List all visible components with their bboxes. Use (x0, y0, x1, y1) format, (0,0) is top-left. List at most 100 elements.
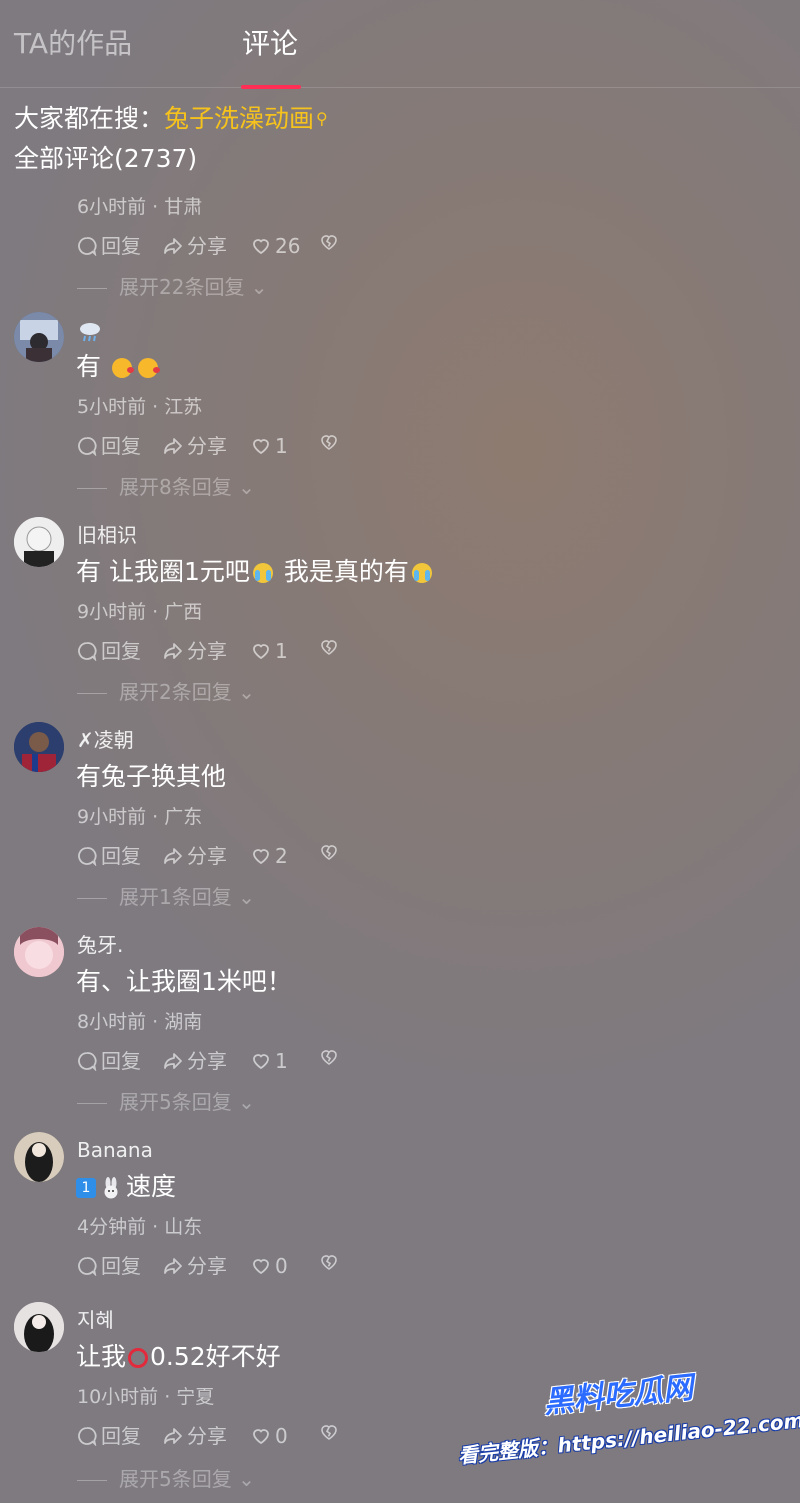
reply-icon (78, 847, 97, 866)
like-button[interactable]: 1 (251, 432, 288, 460)
expand-label: 展开5条回复 (119, 1090, 232, 1114)
heart-icon (253, 1054, 269, 1070)
comment-body: 有 (76, 352, 102, 381)
expand-replies[interactable]: 展开8条回复 ⌄ (77, 474, 255, 500)
chevron-down-icon: ⌄ (244, 275, 268, 299)
share-button[interactable]: 分享 (163, 432, 227, 460)
reply-label: 回复 (101, 844, 141, 868)
reply-button[interactable]: 回复 (77, 842, 141, 870)
heart-icon (253, 849, 269, 865)
username[interactable]: Banana (77, 1137, 153, 1163)
divider (77, 488, 107, 489)
divider (77, 693, 107, 694)
share-icon (164, 1258, 182, 1274)
tab-bar: TA的作品 评论 (0, 0, 800, 89)
reply-button[interactable]: 回复 (77, 1422, 141, 1450)
comment-text: 有 让我圈1元吧 我是真的有 (76, 555, 435, 589)
dislike-button[interactable] (319, 1422, 343, 1442)
chevron-down-icon: ⌄ (231, 1467, 255, 1491)
share-button[interactable]: 分享 (163, 637, 227, 665)
avatar[interactable] (14, 1302, 64, 1352)
username[interactable]: 旧相识 (77, 522, 137, 548)
dislike-button[interactable] (319, 232, 343, 252)
broken-heart-icon (321, 845, 337, 860)
expand-replies[interactable]: 展开22条回复 ⌄ (77, 274, 268, 300)
like-button[interactable]: 26 (251, 232, 300, 260)
expand-label: 展开1条回复 (119, 885, 232, 909)
avatar[interactable] (14, 722, 64, 772)
chevron-down-icon: ⌄ (231, 1090, 255, 1114)
tab-comments[interactable]: 评论 (242, 26, 298, 62)
share-label: 分享 (187, 1254, 227, 1278)
expand-replies[interactable]: 展开5条回复 ⌄ (77, 1089, 255, 1115)
tab-works[interactable]: TA的作品 (14, 26, 132, 62)
heart-icon (253, 439, 269, 455)
chevron-down-icon: ⌄ (231, 680, 255, 704)
share-label: 分享 (187, 1049, 227, 1073)
rain-cloud-emoji (80, 322, 100, 341)
watermark-url: 看完整版：https://heiliao-22.com (456, 1407, 800, 1469)
chevron-down-icon: ⌄ (231, 885, 255, 909)
comment-text: 1 速度 (76, 1170, 176, 1204)
crying-emoji (411, 563, 432, 583)
share-button[interactable]: 分享 (163, 1422, 227, 1450)
share-button[interactable]: 分享 (163, 1252, 227, 1280)
share-button[interactable]: 分享 (163, 1047, 227, 1075)
rabbit-emoji (104, 1177, 118, 1199)
expand-replies[interactable]: 展开5条回复 ⌄ (77, 1466, 255, 1492)
reply-button[interactable]: 回复 (77, 432, 141, 460)
dislike-button[interactable] (319, 1252, 343, 1272)
comment-item: 兔牙. 有、让我圈1米吧！ 8小时前 · 湖南 回复 分享 1 展开5条回复 ⌄ (0, 927, 800, 1127)
heart-icon (253, 1429, 269, 1445)
share-label: 分享 (187, 434, 227, 458)
reply-button[interactable]: 回复 (77, 1252, 141, 1280)
reply-icon (78, 1052, 97, 1071)
reply-button[interactable]: 回复 (77, 637, 141, 665)
active-tab-indicator (241, 85, 301, 89)
like-count: 1 (275, 639, 288, 663)
comment-body-part-b: 我是真的有 (283, 557, 409, 586)
share-button[interactable]: 分享 (163, 232, 227, 260)
username[interactable]: 지혜 (77, 1307, 114, 1333)
avatar[interactable] (14, 1132, 64, 1182)
like-button[interactable]: 1 (251, 637, 288, 665)
dislike-button[interactable] (319, 1047, 343, 1067)
like-button[interactable]: 0 (251, 1422, 288, 1450)
comment-meta: 5小时前 · 江苏 (77, 396, 203, 418)
reply-icon (78, 437, 97, 456)
dislike-button[interactable] (319, 637, 343, 657)
username[interactable]: ✗凌朝 (77, 727, 134, 753)
like-button[interactable]: 1 (251, 1047, 288, 1075)
divider (77, 898, 107, 899)
reply-label: 回复 (101, 1049, 141, 1073)
share-button[interactable]: 分享 (163, 842, 227, 870)
expand-label: 展开22条回复 (119, 275, 245, 299)
comment-item: 旧相识 有 让我圈1元吧 我是真的有 9小时前 · 广西 回复 分享 1 展开2… (0, 517, 800, 717)
username[interactable] (77, 317, 103, 344)
like-count: 1 (275, 1049, 288, 1073)
avatar[interactable] (14, 517, 64, 567)
broken-heart-icon (321, 1425, 337, 1440)
expand-replies[interactable]: 展开2条回复 ⌄ (77, 679, 255, 705)
like-button[interactable]: 2 (251, 842, 288, 870)
share-label: 分享 (187, 1424, 227, 1448)
dislike-button[interactable] (319, 842, 343, 862)
avatar[interactable] (14, 927, 64, 977)
comment-text: 有兔子换其他 (76, 762, 227, 791)
username[interactable]: 兔牙. (77, 932, 123, 958)
watermark: 黑料吃瓜网 看完整版：https://heiliao-22.com (455, 1370, 800, 1490)
dislike-button[interactable] (319, 432, 343, 452)
comment-text: 有、让我圈1米吧！ (76, 967, 292, 996)
comment-meta: 4分钟前 · 山东 (77, 1216, 203, 1238)
reply-button[interactable]: 回复 (77, 1047, 141, 1075)
broken-heart-icon (321, 1050, 337, 1065)
comment-meta: 10小时前 · 宁夏 (77, 1386, 215, 1408)
reply-button[interactable]: 回复 (77, 232, 141, 260)
avatar[interactable] (14, 312, 64, 362)
expand-replies[interactable]: 展开1条回复 ⌄ (77, 884, 255, 910)
reply-label: 回复 (101, 1424, 141, 1448)
like-count: 26 (275, 234, 301, 258)
comment-meta: 8小时前 · 湖南 (77, 1011, 203, 1033)
chevron-down-icon: ⌄ (231, 475, 255, 499)
like-button[interactable]: 0 (251, 1252, 288, 1280)
